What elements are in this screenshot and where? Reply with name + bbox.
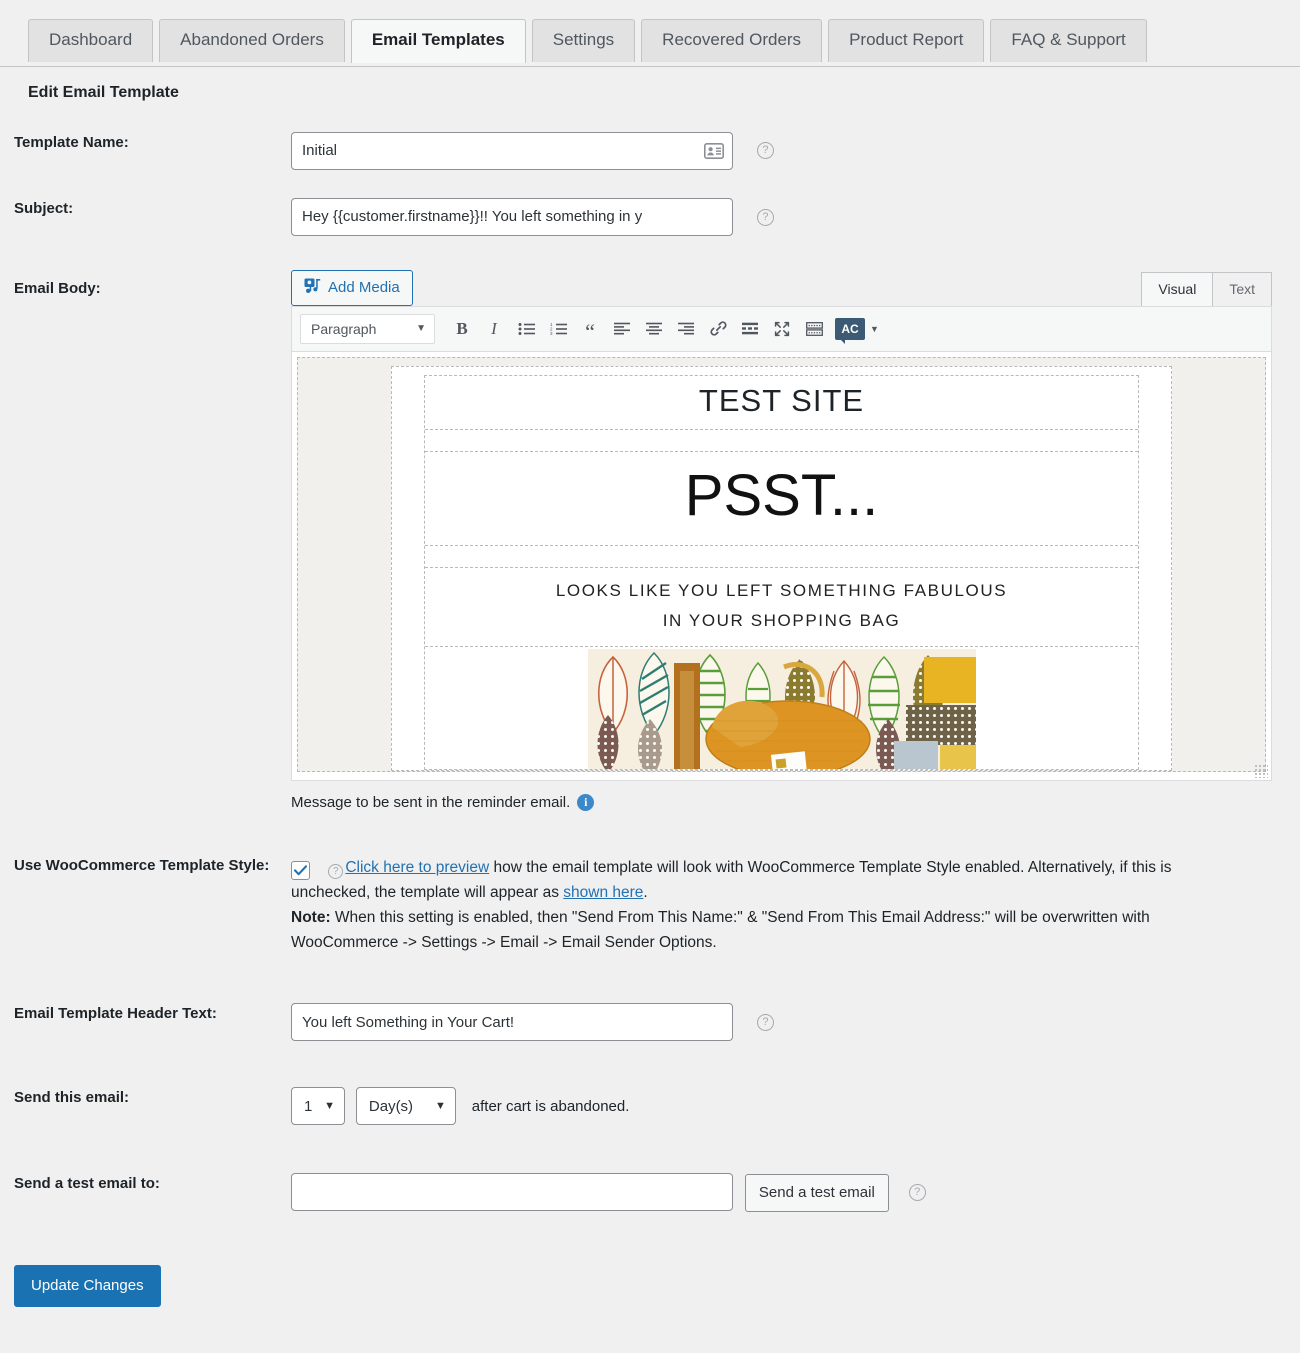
align-center-icon[interactable]: [639, 314, 669, 344]
row-email-body: Email Body: Add Media Visual Text Paragr…: [0, 266, 1300, 811]
tab-text[interactable]: Text: [1212, 271, 1272, 306]
woo-note-label: Note:: [291, 908, 331, 926]
email-body-editor: Add Media Visual Text Paragraph ▼ B I 1 …: [291, 266, 1272, 811]
media-icon: [304, 278, 321, 298]
email-subline: LOOKS LIKE YOU LEFT SOMETHING FABULOUS I…: [425, 568, 1138, 647]
email-table-outer: TEST SITE PSST... LOOKS LIKE YOU LEFT SO…: [297, 356, 1266, 772]
edit-email-template-form: Template Name: ? Subject:: [0, 131, 1300, 1212]
send-delay-suffix: after cart is abandoned.: [471, 1097, 630, 1115]
tab-bar: Dashboard Abandoned Orders Email Templat…: [28, 18, 1300, 63]
bold-icon[interactable]: B: [447, 314, 477, 344]
editor-mode-tabs: Visual Text: [1141, 271, 1272, 306]
add-media-button[interactable]: Add Media: [291, 269, 413, 306]
email-headline: PSST...: [425, 452, 1138, 546]
align-right-icon[interactable]: [671, 314, 701, 344]
email-hero-image: [587, 648, 976, 769]
send-this-email-label: Send this email:: [14, 1089, 130, 1107]
row-template-name: Template Name: ?: [0, 131, 1300, 170]
subject-input[interactable]: [291, 197, 733, 236]
editor-content-area[interactable]: TEST SITE PSST... LOOKS LIKE YOU LEFT SO…: [291, 351, 1272, 781]
chevron-down-icon: ▼: [416, 323, 426, 335]
email-spacer-2: [425, 546, 1138, 569]
woo-text-part-2: .: [643, 883, 648, 901]
email-spacer-1: [425, 430, 1138, 452]
tab-email-templates[interactable]: Email Templates: [350, 19, 526, 63]
info-icon[interactable]: i: [577, 793, 595, 811]
add-media-label: Add Media: [328, 279, 400, 297]
shown-here-link[interactable]: shown here: [563, 884, 643, 901]
tab-product-report[interactable]: Product Report: [828, 19, 985, 62]
tab-settings[interactable]: Settings: [531, 19, 636, 62]
row-send-this-email: Send this email: 1 ▼ Day(s) ▼ after cart…: [0, 1087, 1300, 1126]
woo-note-text: When this setting is enabled, then "Send…: [291, 908, 1150, 952]
email-subline-2: IN YOUR SHOPPING BAG: [662, 610, 901, 630]
email-body-label: Email Body:: [14, 279, 101, 297]
tab-visual[interactable]: Visual: [1141, 271, 1214, 306]
click-here-to-preview-link[interactable]: Click here to preview: [345, 859, 489, 876]
email-table-inner: TEST SITE PSST... LOOKS LIKE YOU LEFT SO…: [424, 374, 1139, 770]
subject-help-icon[interactable]: ?: [756, 208, 774, 226]
row-test-email: Send a test email to: Send a test email …: [0, 1173, 1300, 1212]
test-email-help-icon[interactable]: ?: [908, 1184, 926, 1202]
header-text-label: Email Template Header Text:: [14, 1005, 217, 1023]
editor-toolbar: Paragraph ▼ B I 1 2 3 “ AC ▼: [291, 305, 1272, 352]
svg-text:3: 3: [550, 331, 553, 336]
editor-top-bar: Add Media Visual Text: [291, 266, 1272, 306]
link-icon[interactable]: [703, 314, 733, 344]
row-subject: Subject: ?: [0, 197, 1300, 236]
test-email-input[interactable]: [291, 1173, 733, 1212]
email-site-title: TEST SITE: [425, 376, 1138, 430]
read-more-icon[interactable]: [735, 314, 765, 344]
tab-bar-wrapper: Dashboard Abandoned Orders Email Templat…: [0, 0, 1300, 67]
update-changes-button[interactable]: Update Changes: [14, 1264, 161, 1307]
email-body-description: Message to be sent in the reminder email…: [291, 793, 1272, 811]
template-name-input[interactable]: [291, 131, 733, 170]
woo-template-style-block: ? Click here to preview how the email tem…: [291, 855, 1201, 955]
tab-abandoned-orders[interactable]: Abandoned Orders: [159, 19, 345, 62]
blockquote-icon[interactable]: “: [575, 314, 605, 344]
chevron-down-icon: ▼: [324, 1100, 335, 1113]
bulleted-list-icon[interactable]: [511, 314, 541, 344]
fullscreen-icon[interactable]: [767, 314, 797, 344]
format-select-value: Paragraph: [311, 320, 377, 337]
editor-resize-handle[interactable]: [1254, 763, 1268, 778]
form-actions: Update Changes: [0, 1264, 1300, 1307]
send-delay-unit-value: Day(s): [368, 1097, 414, 1115]
email-image-cell: [425, 647, 1138, 769]
subject-label: Subject:: [14, 199, 74, 217]
send-delay-unit-select[interactable]: Day(s) ▼: [355, 1087, 456, 1126]
woo-template-style-label: Use WooCommerce Template Style:: [14, 856, 270, 874]
page-title: Edit Email Template: [28, 83, 179, 101]
send-delay-number-select[interactable]: 1 ▼: [291, 1087, 345, 1126]
spellcheck-dropdown-icon[interactable]: ▼: [870, 324, 879, 334]
header-text-help-icon[interactable]: ?: [756, 1014, 774, 1032]
email-body-description-text: Message to be sent in the reminder email…: [291, 793, 571, 811]
header-text-input[interactable]: [291, 1003, 733, 1042]
woo-preview-help-icon[interactable]: ?: [328, 864, 344, 880]
send-delay-number-value: 1: [304, 1097, 313, 1115]
toolbar-toggle-icon[interactable]: [799, 314, 829, 344]
format-select[interactable]: Paragraph ▼: [300, 313, 435, 344]
test-email-label: Send a test email to:: [14, 1175, 160, 1193]
row-header-text: Email Template Header Text: ?: [0, 1003, 1300, 1042]
template-name-input-wrapper: [291, 131, 733, 170]
numbered-list-icon[interactable]: 1 2 3: [543, 314, 573, 344]
tab-bar-underline: [0, 66, 1300, 67]
chevron-down-icon: ▼: [435, 1100, 446, 1113]
row-woo-template-style: Use WooCommerce Template Style: ? Click h…: [0, 855, 1300, 955]
send-test-email-button[interactable]: Send a test email: [744, 1173, 889, 1212]
woo-template-style-checkbox[interactable]: [291, 860, 310, 880]
tab-dashboard[interactable]: Dashboard: [28, 19, 154, 62]
tab-recovered-orders[interactable]: Recovered Orders: [641, 19, 823, 62]
template-name-label: Template Name:: [14, 133, 129, 151]
align-left-icon[interactable]: [607, 314, 637, 344]
email-table-mid: TEST SITE PSST... LOOKS LIKE YOU LEFT SO…: [391, 365, 1172, 771]
italic-icon[interactable]: I: [479, 314, 509, 344]
tab-faq-support[interactable]: FAQ & Support: [990, 19, 1147, 62]
template-name-help-icon[interactable]: ?: [756, 142, 774, 160]
email-subline-1: LOOKS LIKE YOU LEFT SOMETHING FABULOUS: [555, 581, 1008, 601]
spellcheck-icon[interactable]: AC: [835, 317, 865, 344]
